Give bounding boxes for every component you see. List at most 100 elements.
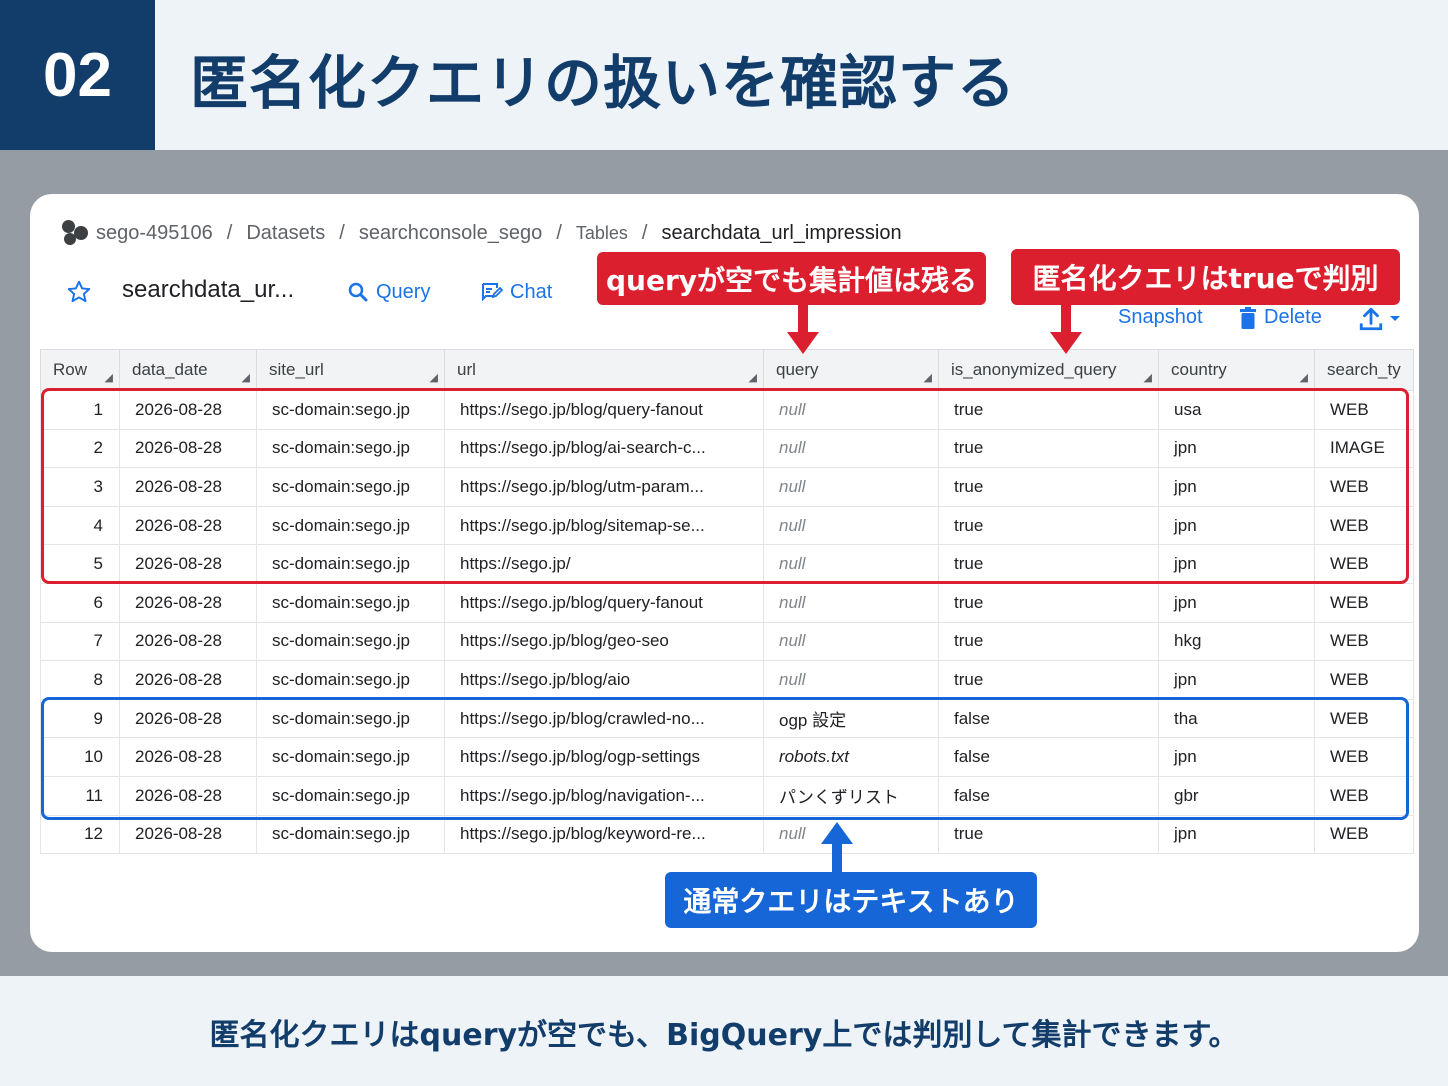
search-type-cell[interactable]: WEB [1314,698,1414,739]
site-url-cell[interactable]: sc-domain:sego.jp [256,775,445,816]
url-cell[interactable]: https://sego.jp/blog/crawled-no... [444,698,764,739]
row-number-cell[interactable]: 12 [40,814,120,855]
table-row[interactable]: 4 2026-08-28 sc-domain:sego.jp https://sego… [40,505,1414,546]
site-url-cell[interactable]: sc-domain:sego.jp [256,660,445,700]
search-type-cell[interactable]: WEB [1314,582,1414,623]
country-cell[interactable]: hkg [1158,621,1315,662]
query-cell[interactable]: null [763,390,939,430]
resize-icon[interactable]: ◢ [430,371,438,384]
query-cell[interactable]: null [763,544,939,584]
country-cell[interactable]: jpn [1158,582,1315,623]
table-row[interactable]: 3 2026-08-28 sc-domain:sego.jp https://sego… [40,467,1414,507]
is-anonymized-cell[interactable]: true [938,428,1159,469]
column-header[interactable]: country ◢ [1158,349,1315,391]
search-type-cell[interactable]: WEB [1314,660,1414,700]
data-date-cell[interactable]: 2026-08-28 [119,582,257,623]
query-cell[interactable]: null [763,621,939,662]
is-anonymized-cell[interactable]: true [938,582,1159,623]
url-cell[interactable]: https://sego.jp/blog/ai-search-c... [444,428,764,469]
table-row[interactable]: 1 2026-08-28 sc-domain:sego.jp https://sego… [40,390,1414,430]
data-date-cell[interactable]: 2026-08-28 [119,390,257,430]
country-cell[interactable]: jpn [1158,660,1315,700]
query-cell[interactable]: robots.txt [763,737,939,777]
table-row[interactable]: 8 2026-08-28 sc-domain:sego.jp https://sego… [40,660,1414,700]
column-header[interactable]: query ◢ [763,349,939,391]
search-type-cell[interactable]: WEB [1314,544,1414,584]
data-date-cell[interactable]: 2026-08-28 [119,544,257,584]
data-date-cell[interactable]: 2026-08-28 [119,505,257,546]
site-url-cell[interactable]: sc-domain:sego.jp [256,390,445,430]
data-date-cell[interactable]: 2026-08-28 [119,428,257,469]
resize-icon[interactable]: ◢ [1300,371,1308,384]
breadcrumb-dataset[interactable]: searchconsole_sego [359,222,542,245]
is-anonymized-cell[interactable]: true [938,814,1159,855]
search-type-cell[interactable]: WEB [1314,621,1414,662]
url-cell[interactable]: https://sego.jp/blog/utm-param... [444,467,764,507]
data-date-cell[interactable]: 2026-08-28 [119,698,257,739]
data-date-cell[interactable]: 2026-08-28 [119,737,257,777]
resize-icon[interactable]: ◢ [749,371,757,384]
column-header[interactable]: url ◢ [444,349,764,391]
country-cell[interactable]: jpn [1158,505,1315,546]
query-cell[interactable]: null [763,505,939,546]
site-url-cell[interactable]: sc-domain:sego.jp [256,698,445,739]
country-cell[interactable]: jpn [1158,467,1315,507]
country-cell[interactable]: jpn [1158,544,1315,584]
row-number-cell[interactable]: 5 [40,544,120,584]
row-number-cell[interactable]: 6 [40,582,120,623]
url-cell[interactable]: https://sego.jp/blog/query-fanout [444,390,764,430]
is-anonymized-cell[interactable]: true [938,467,1159,507]
export-button[interactable] [1358,306,1402,332]
search-type-cell[interactable]: IMAGE [1314,428,1414,469]
row-number-cell[interactable]: 1 [40,390,120,430]
query-cell[interactable]: ogp 設定 [763,698,939,739]
table-row[interactable]: 10 2026-08-28 sc-domain:sego.jp https://seg… [40,737,1414,777]
resize-icon[interactable]: ◢ [242,371,250,384]
row-number-cell[interactable]: 10 [40,737,120,777]
url-cell[interactable]: https://sego.jp/blog/aio [444,660,764,700]
star-button[interactable] [66,279,92,305]
url-cell[interactable]: https://sego.jp/blog/navigation-... [444,775,764,816]
chat-button[interactable]: Chat [480,280,552,304]
query-button[interactable]: Query [346,280,430,304]
is-anonymized-cell[interactable]: true [938,505,1159,546]
country-cell[interactable]: jpn [1158,428,1315,469]
is-anonymized-cell[interactable]: false [938,737,1159,777]
search-type-cell[interactable]: WEB [1314,814,1414,855]
is-anonymized-cell[interactable]: true [938,621,1159,662]
is-anonymized-cell[interactable]: false [938,775,1159,816]
is-anonymized-cell[interactable]: true [938,544,1159,584]
table-row[interactable]: 5 2026-08-28 sc-domain:sego.jp https://sego… [40,544,1414,584]
search-type-cell[interactable]: WEB [1314,467,1414,507]
data-date-cell[interactable]: 2026-08-28 [119,814,257,855]
data-date-cell[interactable]: 2026-08-28 [119,621,257,662]
column-header[interactable]: site_url ◢ [256,349,445,391]
country-cell[interactable]: tha [1158,698,1315,739]
is-anonymized-cell[interactable]: true [938,660,1159,700]
query-cell[interactable]: null [763,582,939,623]
url-cell[interactable]: https://sego.jp/blog/ogp-settings [444,737,764,777]
url-cell[interactable]: https://sego.jp/ [444,544,764,584]
country-cell[interactable]: jpn [1158,814,1315,855]
site-url-cell[interactable]: sc-domain:sego.jp [256,582,445,623]
query-cell[interactable]: パンくずリスト [763,775,939,816]
table-row[interactable]: 11 2026-08-28 sc-domain:sego.jp https://seg… [40,775,1414,816]
is-anonymized-cell[interactable]: false [938,698,1159,739]
search-type-cell[interactable]: WEB [1314,775,1414,816]
breadcrumb-tables[interactable]: Tables [576,223,628,244]
site-url-cell[interactable]: sc-domain:sego.jp [256,505,445,546]
table-row[interactable]: 9 2026-08-28 sc-domain:sego.jp https://sego… [40,698,1414,739]
table-row[interactable]: 6 2026-08-28 sc-domain:sego.jp https://sego… [40,582,1414,623]
resize-icon[interactable]: ◢ [105,371,113,384]
search-type-cell[interactable]: WEB [1314,505,1414,546]
query-cell[interactable]: null [763,660,939,700]
table-row[interactable]: 2 2026-08-28 sc-domain:sego.jp https://sego… [40,428,1414,469]
country-cell[interactable]: gbr [1158,775,1315,816]
site-url-cell[interactable]: sc-domain:sego.jp [256,814,445,855]
resize-icon[interactable]: ◢ [924,371,932,384]
data-date-cell[interactable]: 2026-08-28 [119,467,257,507]
delete-button[interactable]: Delete [1238,306,1322,329]
url-cell[interactable]: https://sego.jp/blog/sitemap-se... [444,505,764,546]
data-date-cell[interactable]: 2026-08-28 [119,775,257,816]
snapshot-button[interactable]: Snapshot [1118,306,1203,329]
